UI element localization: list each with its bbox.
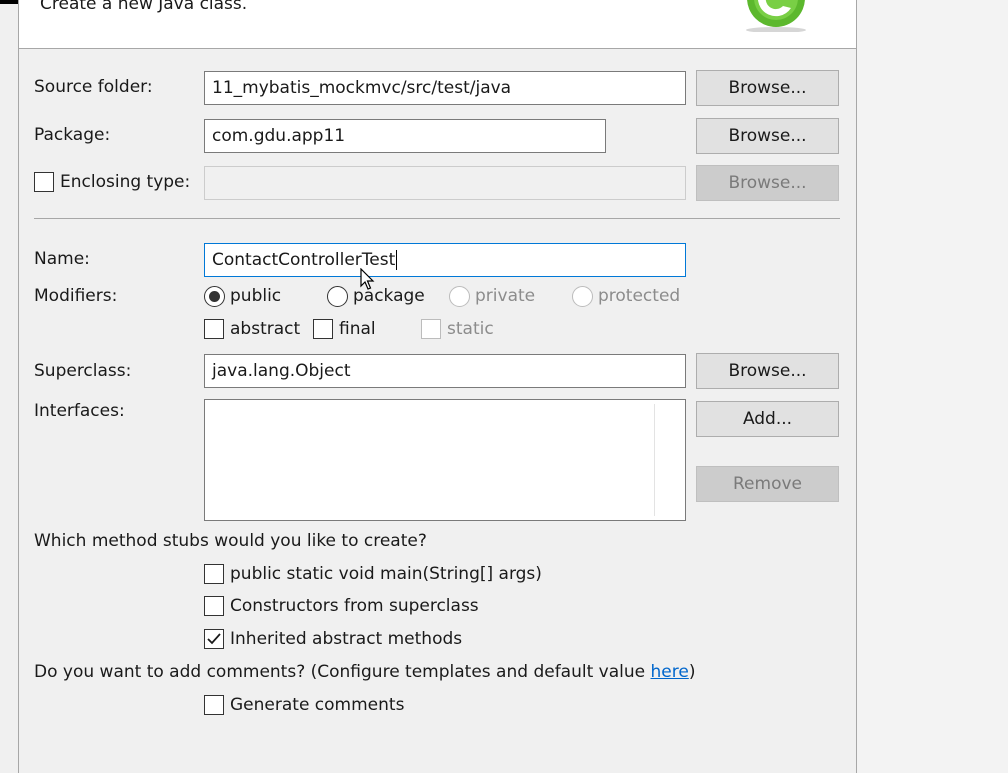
mouse-pointer-icon — [360, 268, 375, 290]
name-input-value: ContactControllerTest — [212, 250, 396, 270]
radio-selected-dot — [209, 291, 220, 302]
interfaces-label: Interfaces: — [34, 401, 125, 421]
modifier-final-label: final — [339, 319, 376, 339]
generate-comments-label: Generate comments — [230, 695, 405, 715]
source-folder-input[interactable]: 11_mybatis_mockmvc/src/test/java — [204, 71, 686, 105]
comments-question-text: Do you want to add comments? (Configure … — [34, 662, 651, 682]
text-caret — [396, 250, 398, 270]
modifier-protected-radio — [572, 286, 593, 307]
new-java-class-dialog: Create a new Java class. Source folder: … — [18, 0, 857, 773]
modifier-final-checkbox[interactable] — [313, 319, 333, 339]
package-label: Package: — [34, 125, 111, 145]
name-input[interactable]: ContactControllerTest — [204, 243, 686, 277]
modifier-abstract-checkbox[interactable] — [204, 319, 224, 339]
modifiers-label: Modifiers: — [34, 286, 118, 306]
method-stubs-question: Which method stubs would you like to cre… — [34, 531, 427, 551]
list-column-divider — [654, 404, 655, 516]
enclosing-type-browse-button: Browse... — [696, 165, 839, 201]
modifier-static-label: static — [447, 319, 494, 339]
stub-inherited-label: Inherited abstract methods — [230, 629, 463, 649]
modifier-public-label: public — [230, 286, 282, 306]
modifier-private-label: private — [475, 286, 536, 306]
source-folder-label: Source folder: — [34, 77, 153, 97]
banner-description: Create a new Java class. — [40, 0, 248, 14]
dialog-banner: Create a new Java class. — [19, 0, 856, 49]
interfaces-add-button[interactable]: Add... — [696, 401, 839, 437]
enclosing-type-label: Enclosing type: — [60, 172, 191, 192]
superclass-browse-button[interactable]: Browse... — [696, 353, 839, 389]
configure-templates-link[interactable]: here — [651, 662, 689, 682]
modifier-protected-label: protected — [598, 286, 681, 306]
stub-main-label: public static void main(String[] args) — [230, 564, 542, 584]
comments-question-end: ) — [688, 662, 696, 682]
stub-inherited-checkbox[interactable] — [204, 629, 224, 649]
generate-comments-checkbox[interactable] — [204, 695, 224, 715]
background-area — [857, 0, 1008, 773]
package-input[interactable]: com.gdu.app11 — [204, 119, 606, 153]
package-browse-button[interactable]: Browse... — [696, 118, 839, 154]
name-label: Name: — [34, 249, 90, 269]
enclosing-type-checkbox[interactable] — [34, 172, 54, 192]
source-folder-browse-button[interactable]: Browse... — [696, 70, 839, 106]
new-class-wizard-icon — [746, 0, 806, 32]
modifier-static-checkbox — [421, 319, 441, 339]
modifier-abstract-label: abstract — [230, 319, 301, 339]
interfaces-list[interactable] — [204, 399, 686, 521]
stub-constructors-checkbox[interactable] — [204, 596, 224, 616]
stub-main-checkbox[interactable] — [204, 564, 224, 584]
comments-question: Do you want to add comments? (Configure … — [34, 662, 695, 682]
checkmark-icon — [207, 633, 221, 645]
modifier-package-radio[interactable] — [327, 286, 348, 307]
section-divider — [34, 218, 840, 219]
enclosing-type-input — [204, 166, 686, 200]
modifier-public-radio[interactable] — [204, 286, 225, 307]
modifier-private-radio — [449, 286, 470, 307]
superclass-label: Superclass: — [34, 361, 132, 381]
interfaces-remove-button: Remove — [696, 466, 839, 502]
stub-constructors-label: Constructors from superclass — [230, 596, 479, 616]
superclass-input[interactable]: java.lang.Object — [204, 354, 686, 388]
